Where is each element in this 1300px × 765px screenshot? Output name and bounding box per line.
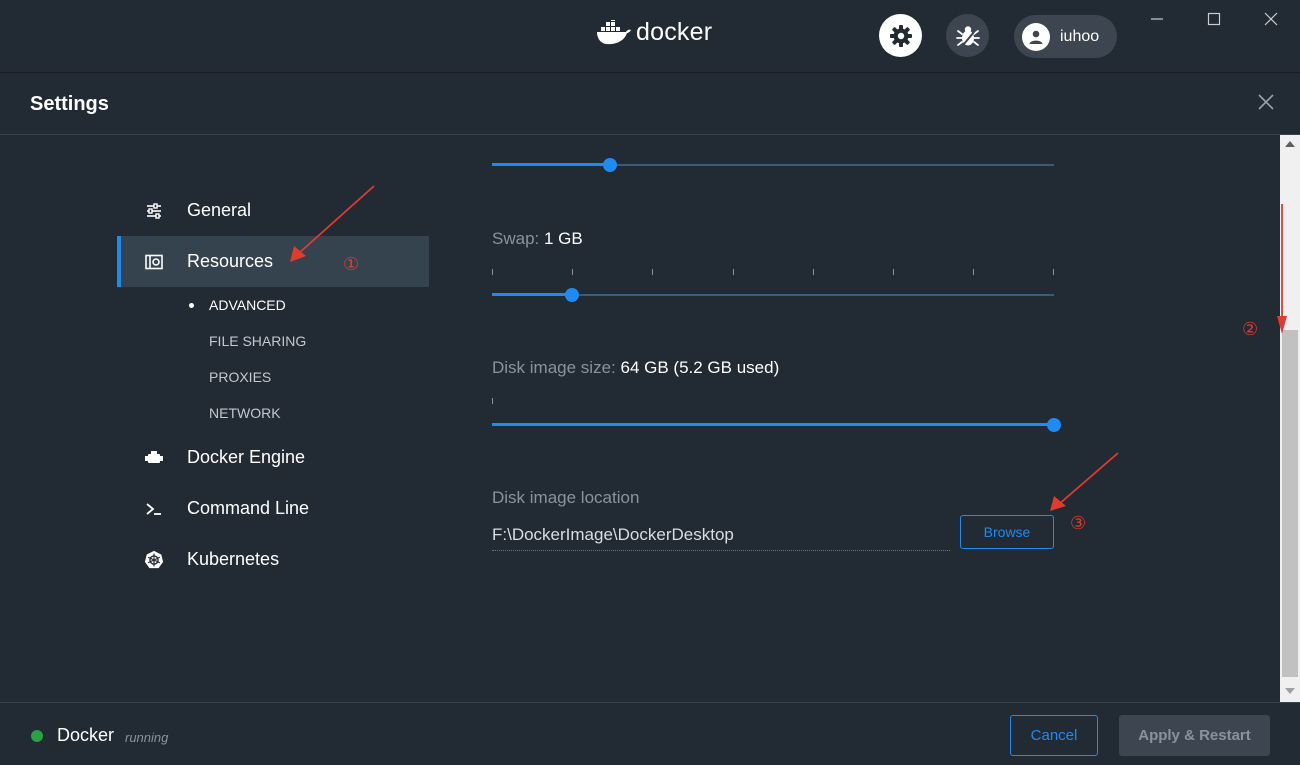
minimize-icon [1151,18,1163,20]
minimize-button[interactable] [1146,8,1168,30]
disk-location-label: Disk image location [492,488,640,507]
disk-size-label-row: Disk image size: 64 GB (5.2 GB used) [492,358,779,378]
sidebar-subitem-file-sharing[interactable]: FILE SHARING [209,333,306,349]
troubleshoot-button[interactable] [946,14,989,57]
status-indicator [31,730,43,742]
swap-slider[interactable] [492,285,1054,305]
annotation-arrow-1 [290,185,375,262]
close-icon [1264,12,1278,26]
swap-value: 1 GB [543,229,583,248]
sidebar-item-label: Docker Engine [187,447,306,467]
sliders-icon [144,201,164,221]
slider-fill [492,293,572,296]
whale-icon [597,19,631,44]
disk-size-value: 64 GB (5.2 GB used) [620,358,780,377]
brand-name: docker [636,18,713,46]
sidebar-item-docker-engine[interactable]: Docker Engine [117,432,429,483]
close-icon [1258,94,1274,110]
disk-location-field[interactable]: F:\DockerImage\DockerDesktop [492,521,950,551]
scroll-down-arrow[interactable] [1285,688,1295,694]
cancel-button[interactable]: Cancel [1010,715,1098,756]
annotation-arrow-3 [1050,452,1119,511]
kubernetes-icon [144,550,164,570]
status-bar: Docker running Cancel Apply & Restart [0,702,1300,765]
settings-button[interactable] [879,14,922,57]
annotation-arrow-2 [1277,204,1287,334]
status-text: running [125,730,169,745]
window-close-button[interactable] [1260,8,1282,30]
sidebar-item-command-line[interactable]: Command Line [117,483,429,534]
browse-button[interactable]: Browse [960,515,1054,549]
sidebar-item-label: Kubernetes [187,549,280,569]
sidebar-subitem-network[interactable]: NETWORK [209,405,281,421]
settings-body: General Resources ADVANCED FILE SHARING … [0,135,1280,702]
annotation-label-2: ② [1242,319,1259,340]
status-name: Docker [57,725,115,745]
scroll-thumb[interactable] [1282,330,1298,677]
slider-thumb[interactable] [1047,418,1061,432]
avatar [1022,22,1050,51]
disk-size-ticks [492,398,1054,404]
disk-size-label: Disk image size: [492,358,616,377]
docker-logo: docker [596,18,712,47]
terminal-icon [144,499,164,519]
slider-thumb[interactable] [603,158,617,172]
maximize-icon [1207,12,1221,26]
resources-icon [144,252,164,272]
sidebar-item-resources[interactable]: Resources [117,236,429,287]
sidebar-item-general[interactable]: General [117,185,429,236]
user-menu-button[interactable]: iuhoo [1014,15,1117,58]
settings-close-button[interactable] [1256,92,1278,114]
sidebar-item-kubernetes[interactable]: Kubernetes [117,534,429,585]
sidebar-item-label: Resources [187,251,274,271]
slider-thumb[interactable] [565,288,579,302]
user-icon [1029,30,1043,44]
apply-restart-button[interactable]: Apply & Restart [1119,715,1270,756]
swap-ticks [492,269,1054,275]
page-title: Settings [30,93,109,115]
sidebar-item-label: General [187,200,252,220]
sidebar-subitem-advanced[interactable]: ADVANCED [209,297,286,313]
sidebar-subitem-proxies[interactable]: PROXIES [209,369,271,385]
disk-size-slider[interactable] [492,415,1061,435]
scroll-up-arrow[interactable] [1285,141,1295,147]
user-name: iuhoo [1060,27,1100,45]
annotation-label-3: ③ [1070,513,1087,534]
swap-label-row: Swap: 1 GB [492,229,583,249]
memory-slider[interactable] [492,155,1054,175]
bug-icon [955,25,980,46]
engine-icon [144,448,164,468]
annotation-label-1: ① [343,254,360,275]
maximize-button[interactable] [1203,8,1225,30]
slider-fill [492,423,1054,426]
settings-header: Settings [0,74,1300,135]
gear-icon [889,24,912,47]
swap-label: Swap: [492,229,540,248]
slider-fill [492,163,610,166]
sidebar-item-label: Command Line [187,498,310,518]
active-indicator [189,303,194,308]
title-bar: docker iuhoo [0,0,1300,73]
